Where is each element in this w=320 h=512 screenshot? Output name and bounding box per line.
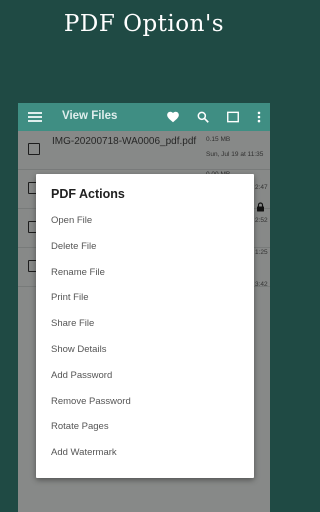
select-all-square-icon[interactable] [226,110,240,124]
action-show-details[interactable]: Show Details [36,337,254,363]
action-open-file[interactable]: Open File [36,208,254,234]
action-share-file[interactable]: Share File [36,311,254,337]
action-rotate-pages[interactable]: Rotate Pages [36,414,254,440]
promo-headline: PDF Option's [63,11,225,37]
action-rename-file[interactable]: Rename File [36,260,254,286]
date-peek: 3:42 [255,281,268,288]
date-peek: 1:25 [255,249,268,256]
action-remove-password[interactable]: Remove Password [36,389,254,415]
action-delete-file[interactable]: Delete File [36,234,254,260]
search-icon[interactable] [196,110,210,124]
action-add-watermark[interactable]: Add Watermark [36,440,254,466]
action-print-file[interactable]: Print File [36,285,254,311]
app-bar-title: View Files [62,110,118,122]
heart-icon[interactable] [166,110,180,124]
action-list: Open File Delete File Rename File Print … [36,208,254,466]
lock-icon [256,199,265,217]
hamburger-menu-icon[interactable] [28,112,42,122]
app-bar: View Files [18,103,270,131]
date-peek: 2:47 [255,184,268,191]
pdf-actions-dialog: PDF Actions Open File Delete File Rename… [36,174,254,478]
dialog-title: PDF Actions [51,187,125,201]
date-peek: 2:52 [255,217,268,224]
more-vert-icon[interactable] [252,110,266,124]
action-add-password[interactable]: Add Password [36,363,254,389]
